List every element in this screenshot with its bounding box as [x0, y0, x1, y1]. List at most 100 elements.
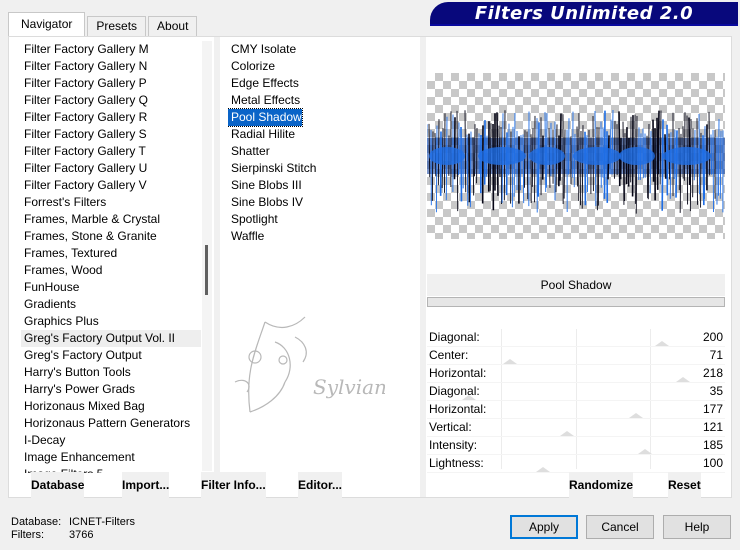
parameter-value: 35 [709, 384, 723, 398]
slider-thumb[interactable] [462, 395, 476, 400]
divider [420, 37, 426, 497]
slider-thumb[interactable] [560, 431, 574, 436]
filter-item[interactable]: Pool Shadow [228, 108, 303, 127]
help-button[interactable]: Help [663, 515, 731, 539]
category-item[interactable]: Frames, Marble & Crystal [21, 211, 201, 228]
parameter-row: Vertical: 121 [427, 419, 725, 437]
filter-item[interactable]: Colorize [228, 58, 275, 75]
filter-item[interactable]: Metal Effects [228, 92, 300, 109]
category-item[interactable]: Filter Factory Gallery R [21, 109, 201, 126]
slider-thumb[interactable] [638, 449, 652, 454]
preview-glow [429, 147, 465, 165]
filters-label: Filters: [11, 529, 44, 541]
category-item[interactable]: Filter Factory Gallery P [21, 75, 201, 92]
slider-thumb[interactable] [655, 341, 669, 346]
preview-stroke [652, 119, 655, 182]
tab-presets[interactable]: Presets [87, 16, 147, 36]
category-item[interactable]: I-Decay [21, 432, 201, 449]
divider [214, 37, 220, 497]
apply-button[interactable]: Apply [510, 515, 578, 539]
scroll-thumb[interactable] [205, 245, 208, 295]
tab-about[interactable]: About [148, 16, 198, 36]
parameter-label: Diagonal: [429, 330, 480, 344]
filter-info-button[interactable]: Filter Info... [201, 472, 266, 498]
filter-item[interactable]: Waffle [228, 228, 264, 245]
preview-glow [663, 147, 711, 165]
preview-stroke [683, 112, 686, 181]
filter-item[interactable]: CMY Isolate [228, 41, 296, 58]
parameter-value: 200 [702, 330, 723, 344]
preview-stroke [559, 113, 562, 181]
filter-item[interactable]: Sierpinski Stitch [228, 160, 316, 177]
preview-image [427, 73, 725, 239]
category-item[interactable]: Frames, Textured [21, 245, 201, 262]
parameter-label: Horizontal: [429, 366, 487, 380]
slider-thumb[interactable] [503, 359, 517, 364]
preview-stroke [710, 134, 713, 175]
category-list[interactable]: Filter Factory Gallery M Filter Factory G… [21, 41, 201, 473]
category-item[interactable]: Graphics Plus [21, 313, 201, 330]
parameter-label: Intensity: [429, 438, 478, 452]
category-item[interactable]: Greg's Factory Output Vol. II [21, 330, 201, 347]
preview-stroke [718, 119, 720, 196]
filter-item[interactable]: Sine Blobs IV [228, 194, 303, 211]
parameter-row: Horizontal: 177 [427, 401, 725, 419]
category-item[interactable]: Filter Factory Gallery T [21, 143, 201, 160]
cancel-button[interactable]: Cancel [586, 515, 654, 539]
category-item[interactable]: Image Enhancement [21, 449, 201, 466]
category-item[interactable]: Harry's Button Tools [21, 364, 201, 381]
filter-item[interactable]: Radial Hilite [228, 126, 295, 143]
database-button[interactable]: Database [31, 472, 85, 498]
database-value: ICNET-Filters [69, 516, 135, 528]
parameter-label: Horizontal: [429, 402, 487, 416]
category-item[interactable]: Filter Factory Gallery S [21, 126, 201, 143]
filters-count: 3766 [69, 529, 94, 541]
parameter-value: 185 [702, 438, 723, 452]
svg-text:Sylviane: Sylviane [313, 375, 385, 399]
category-item[interactable]: Filter Factory Gallery N [21, 58, 201, 75]
category-item[interactable]: Forrest's Filters [21, 194, 201, 211]
slider-thumb[interactable] [676, 377, 690, 382]
database-status: Database: ICNET-Filters Filters: 3766 [11, 516, 135, 542]
parameter-label: Vertical: [429, 420, 472, 434]
current-filter-name: Pool Shadow [427, 274, 725, 296]
category-scrollbar[interactable] [202, 41, 212, 471]
category-item[interactable]: Filter Factory Gallery U [21, 160, 201, 177]
database-label: Database: [11, 516, 62, 528]
category-item[interactable]: Frames, Stone & Granite [21, 228, 201, 245]
category-item[interactable]: Greg's Factory Output [21, 347, 201, 364]
category-item[interactable]: Filter Factory Gallery M [21, 41, 201, 58]
parameter-row: Diagonal: 200 [427, 329, 725, 347]
category-item[interactable]: Gradients [21, 296, 201, 313]
import-button[interactable]: Import... [122, 472, 170, 498]
parameter-value: 71 [709, 348, 723, 362]
parameter-row: Lightness: 100 [427, 455, 725, 473]
category-item[interactable]: Frames, Wood [21, 262, 201, 279]
category-item[interactable]: Horizonaus Mixed Bag [21, 398, 201, 415]
preview-glow [573, 147, 621, 165]
editor-button[interactable]: Editor... [298, 472, 343, 498]
preview-stroke [464, 110, 467, 193]
preview-graphic [427, 110, 725, 214]
tab-navigator[interactable]: Navigator [8, 12, 86, 36]
slider-thumb[interactable] [629, 413, 643, 418]
category-item[interactable]: Filter Factory Gallery V [21, 177, 201, 194]
category-item[interactable]: FunHouse [21, 279, 201, 296]
parameter-label: Center: [429, 348, 469, 362]
category-item[interactable]: Horizonaus Pattern Generators [21, 415, 201, 432]
category-item[interactable]: Filter Factory Gallery Q [21, 92, 201, 109]
parameter-value: 100 [702, 456, 723, 470]
filter-item[interactable]: Shatter [228, 143, 270, 160]
progress-bar [427, 297, 725, 307]
preview-stroke [622, 121, 625, 205]
randomize-button[interactable]: Randomize [569, 472, 634, 498]
reset-button[interactable]: Reset [668, 472, 701, 498]
filter-item[interactable]: Spotlight [228, 211, 278, 228]
category-item[interactable]: Harry's Power Grads [21, 381, 201, 398]
preview-stroke [435, 125, 438, 213]
navigator-panel: Filter Factory Gallery M Filter Factory G… [8, 36, 732, 498]
filter-item[interactable]: Edge Effects [228, 75, 299, 92]
filter-item[interactable]: Sine Blobs III [228, 177, 302, 194]
parameter-row: Intensity: 185 [427, 437, 725, 455]
parameter-value: 218 [702, 366, 723, 380]
